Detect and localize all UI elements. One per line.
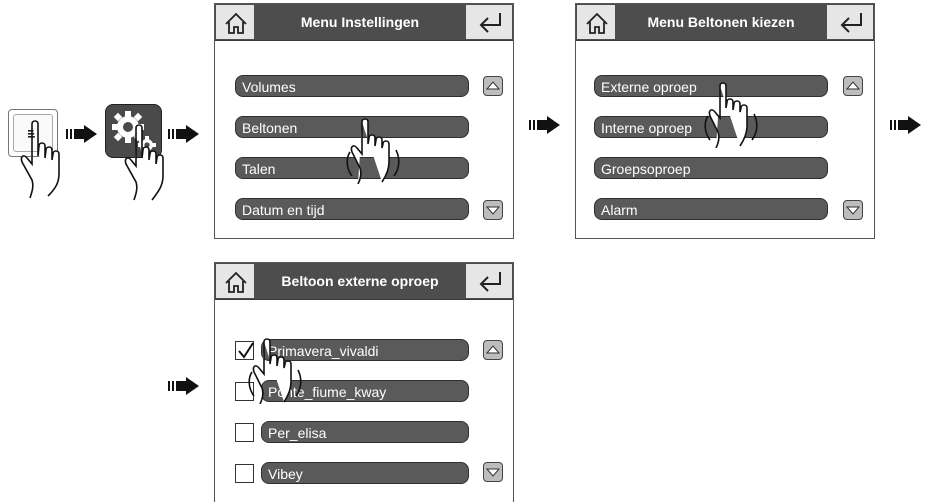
ringtone-item-per-elisa[interactable]: Per_elisa (261, 421, 469, 443)
return-icon (840, 13, 862, 33)
home-button[interactable] (215, 263, 255, 299)
return-icon (479, 13, 501, 33)
return-icon (479, 272, 501, 292)
menu-item-alarm[interactable]: Alarm (594, 198, 828, 220)
back-button[interactable] (826, 4, 874, 40)
scroll-up-button[interactable] (483, 76, 503, 96)
home-icon (225, 271, 247, 293)
scroll-down-button[interactable] (483, 462, 503, 482)
checkbox-per-elisa[interactable] (235, 423, 254, 442)
pointing-hand-icon (346, 118, 400, 184)
scroll-up-button[interactable] (483, 340, 503, 360)
menu-item-volumes[interactable]: Volumes (235, 75, 469, 97)
page-title: Menu Instellingen (300, 14, 420, 30)
pointing-hand-icon (20, 120, 60, 199)
back-button[interactable] (465, 263, 513, 299)
scroll-down-button[interactable] (483, 200, 503, 220)
pointing-hand-icon (124, 124, 164, 201)
triangle-up-icon (485, 81, 501, 90)
scroll-down-button[interactable] (843, 200, 863, 220)
home-icon (586, 12, 608, 34)
triangle-up-icon (485, 345, 501, 354)
step-arrow-icon (890, 116, 921, 134)
checkbox-vibey[interactable] (235, 464, 254, 483)
triangle-down-icon (485, 206, 501, 215)
home-icon (225, 12, 247, 34)
step-arrow-icon (529, 116, 560, 134)
ringtone-item-vibey[interactable]: Vibey (261, 462, 469, 484)
step-arrow-icon (66, 125, 97, 143)
step-arrow-icon (168, 377, 199, 395)
page-title: Menu Beltonen kiezen (647, 14, 795, 30)
pointing-hand-icon (248, 338, 302, 404)
home-button[interactable] (576, 4, 616, 40)
pointing-hand-icon (704, 82, 758, 148)
triangle-down-icon (845, 206, 861, 215)
scroll-up-button[interactable] (843, 76, 863, 96)
step-arrow-icon (168, 125, 199, 143)
back-button[interactable] (465, 4, 513, 40)
menu-item-datum-en-tijd[interactable]: Datum en tijd (235, 198, 469, 220)
triangle-up-icon (845, 81, 861, 90)
page-title: Beltoon externe oproep (281, 273, 439, 289)
triangle-down-icon (485, 468, 501, 477)
home-button[interactable] (215, 4, 255, 40)
menu-item-groepsoproep[interactable]: Groepsoproep (594, 157, 828, 179)
